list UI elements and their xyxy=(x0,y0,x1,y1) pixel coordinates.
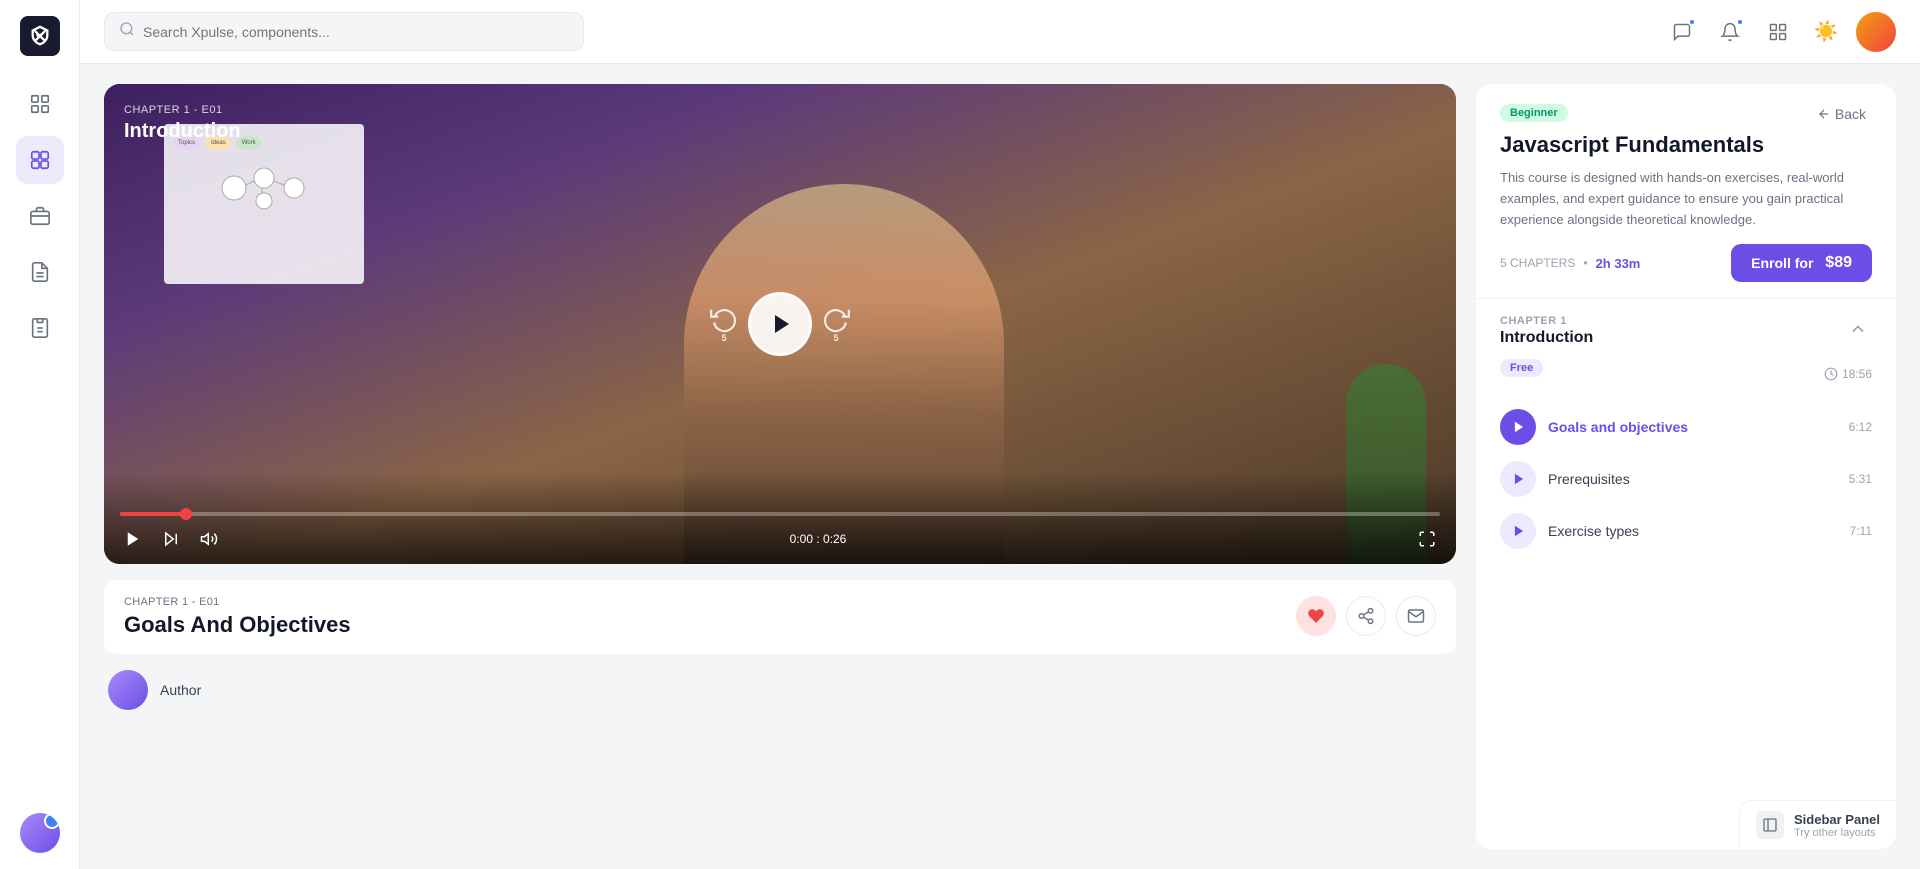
back-button[interactable]: Back xyxy=(1811,104,1872,124)
play-pause-button[interactable] xyxy=(748,292,812,356)
grid-view-button[interactable] xyxy=(1760,14,1796,50)
video-player[interactable]: Topics Ideas Work xyxy=(104,84,1456,564)
course-meta-row: 5 CHAPTERS • 2h 33m Enroll for $89 xyxy=(1500,244,1872,282)
course-title: Javascript Fundamentals xyxy=(1500,132,1872,158)
sidebar-panel-subtitle: Try other layouts xyxy=(1794,827,1880,839)
search-bar[interactable] xyxy=(104,12,584,51)
search-input[interactable] xyxy=(143,24,569,40)
header-actions: ☀️ xyxy=(1664,12,1896,52)
chat-badge xyxy=(1688,18,1696,26)
course-info-section: Beginner Back Javascript Fundamentals Th… xyxy=(1476,84,1896,299)
course-description: This course is designed with hands-on ex… xyxy=(1500,168,1872,230)
fullscreen-button[interactable] xyxy=(1414,526,1440,552)
lesson-title: Exercise types xyxy=(1548,523,1838,539)
video-section: Topics Ideas Work xyxy=(104,84,1456,849)
theme-toggle-button[interactable]: ☀️ xyxy=(1808,14,1844,50)
chapter-header: CHAPTER 1 Introduction xyxy=(1500,315,1872,347)
sidebar-user-avatar[interactable] xyxy=(20,813,60,853)
free-access-badge: Free xyxy=(1500,359,1543,377)
app-logo[interactable] xyxy=(20,16,60,56)
like-button[interactable] xyxy=(1296,596,1336,636)
lesson-duration: 7:11 xyxy=(1850,524,1872,538)
chapters-count: 5 CHAPTERS xyxy=(1500,256,1575,270)
video-progress-thumb xyxy=(180,508,192,520)
lesson-title: Prerequisites xyxy=(1548,471,1837,487)
sidebar-item-grid[interactable] xyxy=(16,136,64,184)
chapter-section: CHAPTER 1 Introduction Free xyxy=(1476,299,1896,849)
video-info-bar: CHAPTER 1 - E01 Goals And Objectives xyxy=(104,580,1456,654)
chapter-toggle-button[interactable] xyxy=(1844,315,1872,346)
video-progress-fill xyxy=(120,512,186,516)
course-level-badge: Beginner xyxy=(1500,104,1568,122)
chapter-meta-row: Free 18:56 xyxy=(1500,359,1872,389)
forward-button[interactable]: 5 xyxy=(822,305,850,343)
play-button-small[interactable] xyxy=(120,526,146,552)
author-name: Author xyxy=(160,682,201,698)
header-user-avatar[interactable] xyxy=(1856,12,1896,52)
video-episode-title: Goals And Objectives xyxy=(124,612,351,638)
search-icon xyxy=(119,21,135,42)
video-chapter-text: CHAPTER 1 - E01 xyxy=(124,596,351,608)
chapter-total-duration: 18:56 xyxy=(1824,367,1872,381)
lesson-duration: 5:31 xyxy=(1849,472,1872,486)
sidebar-panel-icon xyxy=(1756,811,1784,839)
lesson-play-button[interactable] xyxy=(1500,409,1536,445)
header: ☀️ xyxy=(80,0,1920,64)
sidebar xyxy=(0,0,80,869)
lesson-duration: 6:12 xyxy=(1849,420,1872,434)
message-button[interactable] xyxy=(1396,596,1436,636)
chapter-number-label: CHAPTER 1 xyxy=(1500,315,1593,327)
video-info-text: CHAPTER 1 - E01 Goals And Objectives xyxy=(124,596,351,638)
right-panel: Beginner Back Javascript Fundamentals Th… xyxy=(1476,84,1896,849)
chat-button[interactable] xyxy=(1664,14,1700,50)
author-avatar xyxy=(108,670,148,710)
rewind-button[interactable]: 5 xyxy=(710,305,738,343)
sidebar-panel-title: Sidebar Panel xyxy=(1794,812,1880,827)
lesson-title: Goals and objectives xyxy=(1548,419,1837,435)
notification-badge xyxy=(1736,18,1744,26)
video-action-buttons xyxy=(1296,596,1436,636)
video-time-display: 0:00 : 0:26 xyxy=(790,532,847,546)
sidebar-item-document[interactable] xyxy=(16,248,64,296)
video-progress-bar[interactable] xyxy=(120,512,1440,516)
lesson-item[interactable]: Prerequisites 5:31 xyxy=(1500,453,1872,505)
course-duration: 2h 33m xyxy=(1596,256,1641,271)
volume-button[interactable] xyxy=(196,526,222,552)
video-bottom-controls: 0:00 : 0:26 xyxy=(120,526,1440,552)
lesson-item[interactable]: Goals and objectives 6:12 xyxy=(1500,401,1872,453)
next-button[interactable] xyxy=(158,526,184,552)
video-chapter-label: CHAPTER 1 - E01 xyxy=(124,104,223,116)
sidebar-item-briefcase[interactable] xyxy=(16,192,64,240)
sidebar-item-clipboard[interactable] xyxy=(16,304,64,352)
video-title-overlay: Introduction xyxy=(124,120,241,143)
video-whiteboard: Topics Ideas Work xyxy=(164,124,364,284)
lesson-item[interactable]: Exercise types 7:11 xyxy=(1500,505,1872,557)
lesson-play-button[interactable] xyxy=(1500,513,1536,549)
video-controls: 0:00 : 0:26 xyxy=(104,472,1456,564)
chapter-info: CHAPTER 1 Introduction xyxy=(1500,315,1593,347)
sidebar-panel-text: Sidebar Panel Try other layouts xyxy=(1794,812,1880,839)
rewind-label: 5 xyxy=(721,333,726,343)
share-button[interactable] xyxy=(1346,596,1386,636)
forward-label: 5 xyxy=(833,333,838,343)
notification-button[interactable] xyxy=(1712,14,1748,50)
lesson-play-button[interactable] xyxy=(1500,461,1536,497)
sidebar-panel-footer[interactable]: Sidebar Panel Try other layouts xyxy=(1739,800,1896,849)
author-section: Author xyxy=(104,670,1456,710)
content-area: Topics Ideas Work xyxy=(80,64,1920,869)
chapter-name: Introduction xyxy=(1500,329,1593,347)
main-content: ☀️ Topics Ideas xyxy=(80,0,1920,869)
enroll-button[interactable]: Enroll for $89 xyxy=(1731,244,1872,282)
sidebar-item-dashboard[interactable] xyxy=(16,80,64,128)
